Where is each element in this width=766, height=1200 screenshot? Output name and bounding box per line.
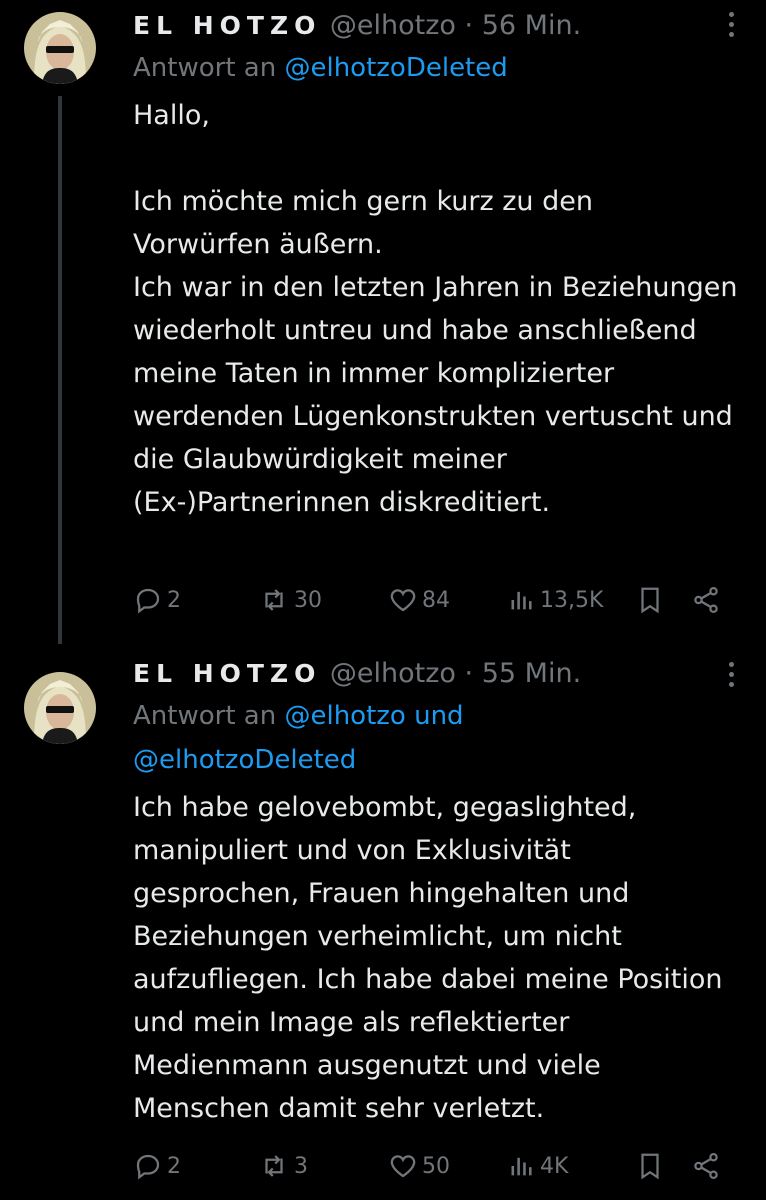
separator: · [464, 10, 474, 41]
views-icon [511, 1157, 532, 1176]
share-button[interactable] [691, 580, 721, 620]
like-count: 84 [422, 587, 450, 613]
views-count: 4K [540, 1153, 569, 1179]
reply-button[interactable]: 2 [133, 580, 181, 620]
reply-count: 2 [167, 587, 181, 613]
user-handle[interactable]: @elhotzo [330, 10, 456, 41]
repost-button[interactable]: 30 [258, 580, 322, 620]
repost-button[interactable]: 3 [258, 1146, 308, 1186]
reply-mention[interactable]: @elhotzoDeleted [284, 53, 507, 83]
repost-icon [265, 1155, 283, 1177]
reply-count: 2 [167, 1153, 181, 1179]
reply-icon [136, 1154, 160, 1180]
action-bar: 2 3 50 4K [130, 1146, 736, 1186]
repost-count: 30 [294, 587, 322, 613]
tweet-paragraph: Ich habe gelovebombt, gegaslighted, mani… [133, 792, 723, 1124]
views-icon [511, 591, 532, 610]
reply-mention[interactable]: @elhotzo und [284, 701, 463, 731]
bookmark-button[interactable] [635, 1146, 665, 1186]
like-count: 50 [422, 1153, 450, 1179]
avatar[interactable] [24, 12, 96, 84]
separator: · [464, 658, 474, 689]
bookmark-icon [641, 1153, 659, 1180]
reply-prefix: Antwort an [133, 701, 277, 731]
user-handle[interactable]: @elhotzo [330, 658, 456, 689]
display-name[interactable]: EL HOTZO [133, 11, 321, 40]
tweet[interactable]: EL HOTZO @elhotzo · 55 Min. Antwort an @… [0, 640, 766, 1200]
heart-icon [390, 589, 416, 612]
timestamp[interactable]: 55 Min. [482, 658, 581, 689]
tweet-text: Ich habe gelovebombt, gegaslighted, mani… [133, 786, 750, 1130]
tweet[interactable]: EL HOTZO @elhotzo · 56 Min. Antwort an @… [0, 0, 766, 644]
share-icon [694, 587, 718, 613]
views-count: 13,5K [540, 587, 604, 613]
share-icon [694, 1153, 718, 1179]
thread-line [58, 96, 62, 644]
action-bar: 2 30 84 13,5K [130, 580, 736, 620]
like-button[interactable]: 84 [388, 580, 450, 620]
tweet-header: EL HOTZO @elhotzo · 56 Min. [133, 6, 750, 46]
reply-prefix: Antwort an [133, 53, 277, 83]
share-button[interactable] [691, 1146, 721, 1186]
tweet-paragraph: Ich möchte mich gern kurz zu den Vorwürf… [133, 186, 593, 260]
reply-context: Antwort an @elhotzoDeleted [133, 46, 750, 90]
views-button[interactable]: 4K [508, 1146, 568, 1186]
heart-icon [390, 1155, 416, 1178]
tweet-paragraph: Hallo, [133, 100, 210, 131]
tweet-header: EL HOTZO @elhotzo · 55 Min. [133, 654, 750, 694]
like-button[interactable]: 50 [388, 1146, 450, 1186]
bookmark-icon [641, 587, 659, 614]
reply-mention[interactable]: @elhotzoDeleted [133, 745, 356, 775]
avatar[interactable] [24, 672, 96, 744]
display-name[interactable]: EL HOTZO [133, 659, 321, 688]
reply-icon [136, 588, 160, 614]
reply-context: Antwort an @elhotzo und @elhotzoDeleted [133, 694, 750, 782]
tweet-text: Hallo, Ich möchte mich gern kurz zu den … [133, 94, 750, 524]
bookmark-button[interactable] [635, 580, 665, 620]
repost-count: 3 [294, 1153, 308, 1179]
repost-icon [265, 589, 283, 611]
views-button[interactable]: 13,5K [508, 580, 603, 620]
reply-button[interactable]: 2 [133, 1146, 181, 1186]
timestamp[interactable]: 56 Min. [482, 10, 581, 41]
tweet-paragraph: Ich war in den letzten Jahren in Beziehu… [133, 272, 738, 518]
